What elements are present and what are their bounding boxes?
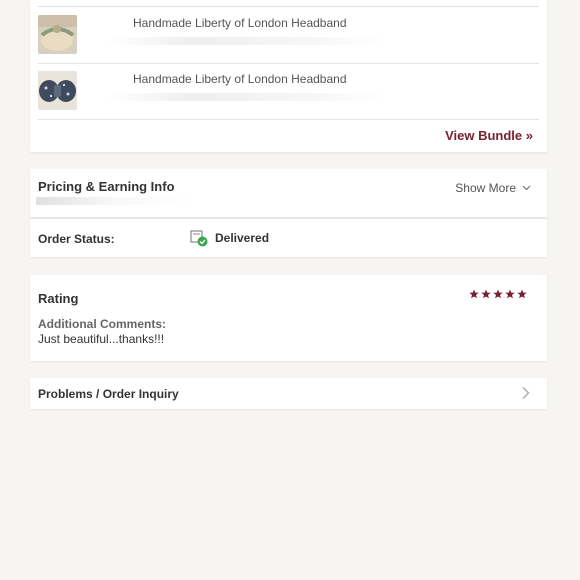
list-item[interactable]: Handmade Liberty of London Headband bbox=[38, 6, 539, 64]
bundle-card: Handmade Liberty of London Headband Hand… bbox=[30, 0, 547, 152]
item-title[interactable]: Handmade Liberty of London Headband bbox=[133, 16, 347, 30]
star-icon bbox=[481, 289, 491, 299]
item-details-blurred bbox=[108, 37, 388, 45]
pricing-details-blurred bbox=[36, 197, 196, 205]
rating-stars bbox=[469, 289, 527, 299]
order-status-value: Delivered bbox=[215, 231, 270, 245]
chevron-down-icon bbox=[522, 185, 531, 191]
star-icon bbox=[493, 289, 503, 299]
order-status-card: Order Status: Delivered bbox=[30, 218, 547, 257]
star-icon bbox=[505, 289, 515, 299]
comments-label: Additional Comments: bbox=[38, 317, 166, 331]
delivered-box-check-icon bbox=[190, 229, 208, 247]
item-details-blurred bbox=[108, 93, 388, 101]
comments-text: Just beautiful...thanks!!! bbox=[38, 332, 165, 346]
order-status-label: Order Status: bbox=[38, 232, 115, 246]
rating-card: Rating Additional Comments: Just beautif… bbox=[30, 275, 547, 361]
view-bundle-link[interactable]: View Bundle » bbox=[445, 128, 533, 143]
pricing-title: Pricing & Earning Info bbox=[38, 179, 175, 194]
chevron-right-icon[interactable] bbox=[521, 386, 531, 400]
problems-label: Problems / Order Inquiry bbox=[38, 387, 179, 401]
rating-title: Rating bbox=[38, 291, 79, 306]
pricing-card: Pricing & Earning Info Show More bbox=[30, 169, 547, 217]
headband-thumbnail[interactable] bbox=[38, 71, 77, 110]
item-title[interactable]: Handmade Liberty of London Headband bbox=[133, 72, 347, 86]
show-more-label: Show More bbox=[455, 181, 516, 195]
star-icon bbox=[517, 289, 527, 299]
star-icon bbox=[469, 289, 479, 299]
list-item[interactable]: Handmade Liberty of London Headband bbox=[38, 63, 539, 120]
headband-thumbnail[interactable] bbox=[38, 15, 77, 54]
problems-inquiry-row[interactable]: Problems / Order Inquiry bbox=[30, 378, 547, 409]
show-more-button[interactable]: Show More bbox=[455, 181, 531, 195]
